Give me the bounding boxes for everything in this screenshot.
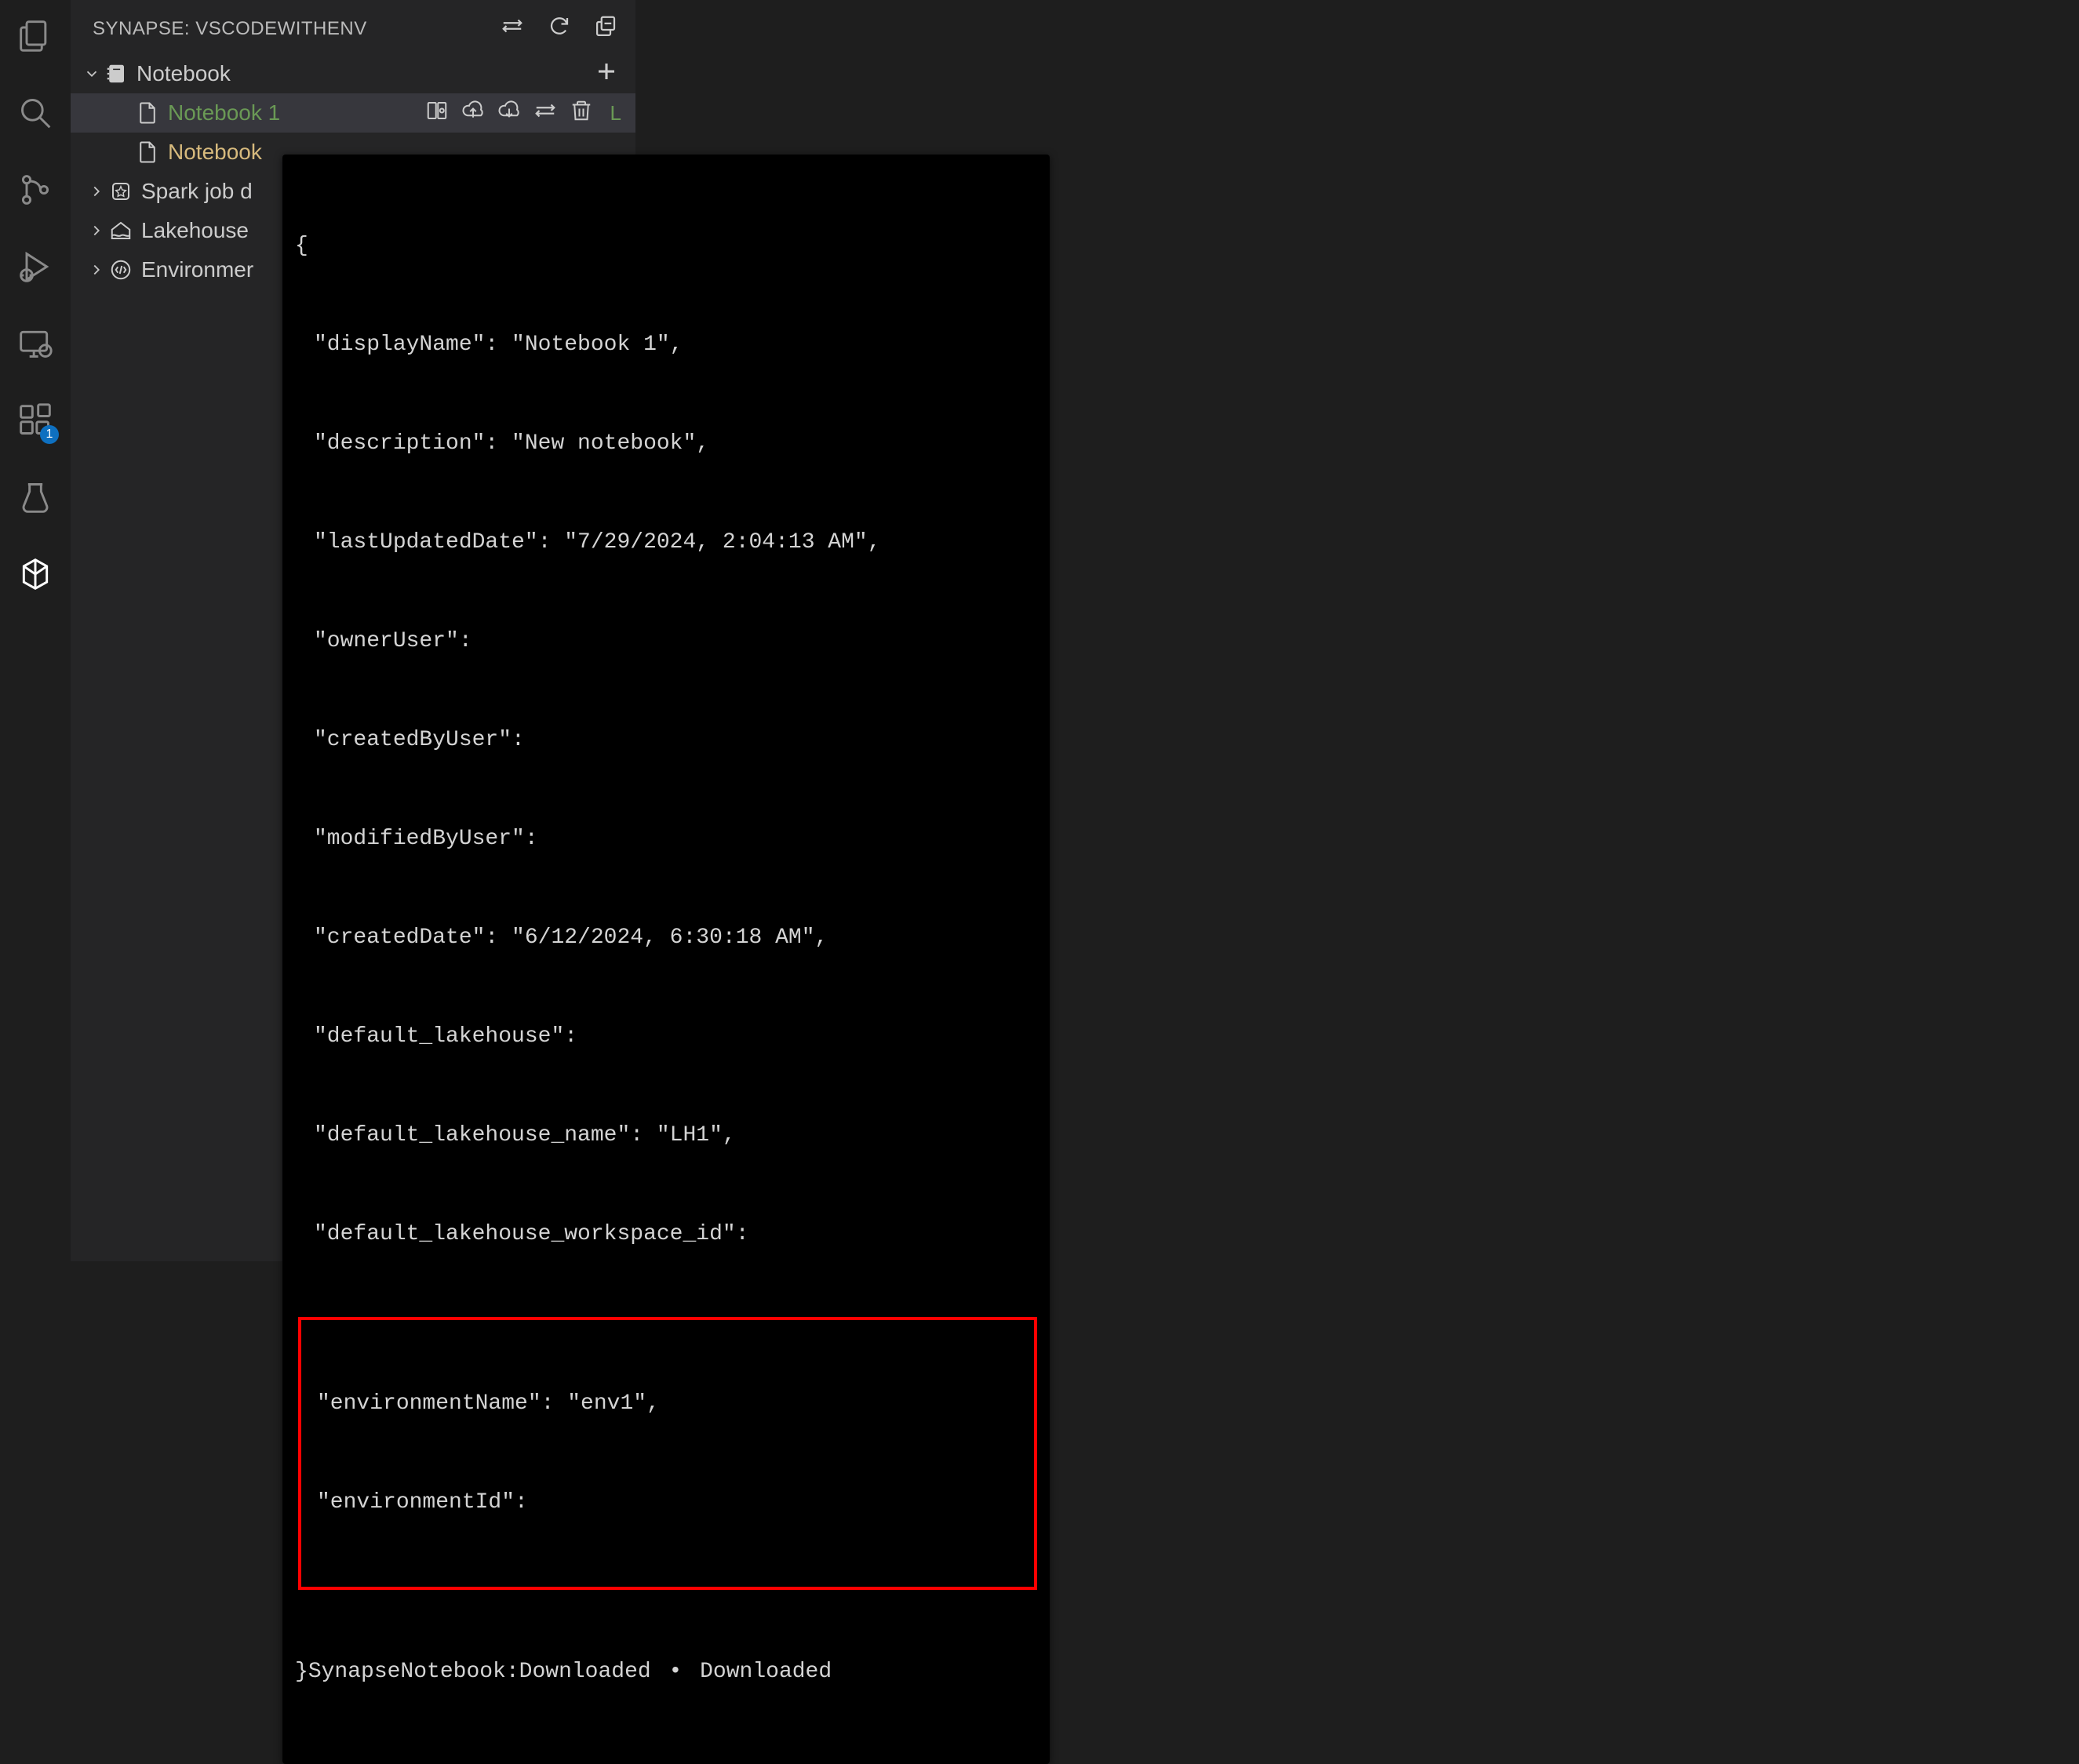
chevron-right-icon <box>86 222 107 239</box>
json-line-highlighted: "environmentName": "env1", <box>317 1388 1034 1420</box>
json-line: "description": "New notebook", <box>295 427 1037 460</box>
search-icon[interactable] <box>15 93 56 133</box>
environment-icon <box>107 258 135 282</box>
sync-icon[interactable] <box>501 14 524 43</box>
hover-tooltip: { "displayName": "Notebook 1", "descript… <box>282 155 1050 1764</box>
extensions-icon[interactable]: 1 <box>15 400 56 441</box>
panel-header: SYNAPSE: VSCODEWITHENV <box>71 0 635 54</box>
json-line: "default_lakehouse": <box>295 1020 1037 1053</box>
app-root: 1 SYNAPSE: VSCODEWITHENV <box>0 0 2079 1261</box>
json-line: "default_lakehouse_name": "LH1", <box>295 1119 1037 1152</box>
cloud-upload-icon[interactable] <box>461 99 485 128</box>
notebook-group-icon <box>102 62 130 85</box>
tree-group-notebook[interactable]: Notebook <box>71 54 635 93</box>
json-line: "lastUpdatedDate": "7/29/2024, 2:04:13 A… <box>295 526 1037 559</box>
synapse-extension-icon[interactable] <box>15 554 56 595</box>
json-line: "modifiedByUser": <box>295 823 1037 856</box>
json-open: { <box>295 230 1037 263</box>
run-debug-icon[interactable] <box>15 246 56 287</box>
sparkjob-icon <box>107 180 135 203</box>
chevron-right-icon <box>86 183 107 200</box>
activity-bar: 1 <box>0 0 71 1261</box>
json-line-highlighted: "environmentId": <box>317 1486 1034 1519</box>
json-line: "createdByUser": <box>295 724 1037 757</box>
json-line: "ownerUser": <box>295 625 1037 658</box>
status-letter: L <box>610 101 621 125</box>
tree-label: Lakehouse <box>141 218 249 243</box>
cloud-download-icon[interactable] <box>497 99 521 128</box>
explorer-icon[interactable] <box>15 16 56 56</box>
json-line: "displayName": "Notebook 1", <box>295 329 1037 362</box>
tree-label: Spark job d <box>141 179 253 204</box>
extensions-badge: 1 <box>40 425 59 444</box>
remote-explorer-icon[interactable] <box>15 323 56 364</box>
panel-header-actions <box>501 14 618 43</box>
json-line: "createdDate": "6/12/2024, 6:30:18 AM", <box>295 922 1037 955</box>
bullet-icon: • <box>664 1660 687 1684</box>
json-close-status: }SynapseNotebook:Downloaded • Downloaded <box>295 1656 1037 1689</box>
json-line: "default_lakehouse_workspace_id": <box>295 1218 1037 1251</box>
tooltip-status-state: Downloaded <box>700 1660 832 1684</box>
tree-label: Environmer <box>141 257 253 282</box>
source-control-icon[interactable] <box>15 169 56 210</box>
tooltip-highlight: "environmentName": "env1", "environmentI… <box>298 1317 1037 1590</box>
tree-item-actions: L <box>425 99 635 128</box>
tree-item-notebook-1[interactable]: Notebook 1 <box>71 93 635 133</box>
sync-item-icon[interactable] <box>533 99 557 128</box>
chevron-down-icon <box>82 65 102 82</box>
add-notebook-button[interactable] <box>595 60 635 89</box>
tree-label: Notebook <box>137 61 231 86</box>
file-icon <box>133 140 162 164</box>
tree-label: Notebook 1 <box>168 100 280 125</box>
lakehouse-icon <box>107 219 135 242</box>
tooltip-status-kind: SynapseNotebook:Downloaded <box>308 1660 651 1684</box>
delete-icon[interactable] <box>570 99 593 128</box>
testing-icon[interactable] <box>15 477 56 518</box>
refresh-icon[interactable] <box>548 14 571 43</box>
open-notebook-icon[interactable] <box>425 99 449 128</box>
panel-title: SYNAPSE: VSCODEWITHENV <box>93 18 367 40</box>
chevron-right-icon <box>86 261 107 278</box>
file-icon <box>133 101 162 125</box>
tooltip-json: { "displayName": "Notebook 1", "descript… <box>295 164 1037 1755</box>
json-close-brace: } <box>295 1660 308 1684</box>
tree-label: Notebook <box>168 140 262 165</box>
collapse-all-icon[interactable] <box>595 14 618 43</box>
